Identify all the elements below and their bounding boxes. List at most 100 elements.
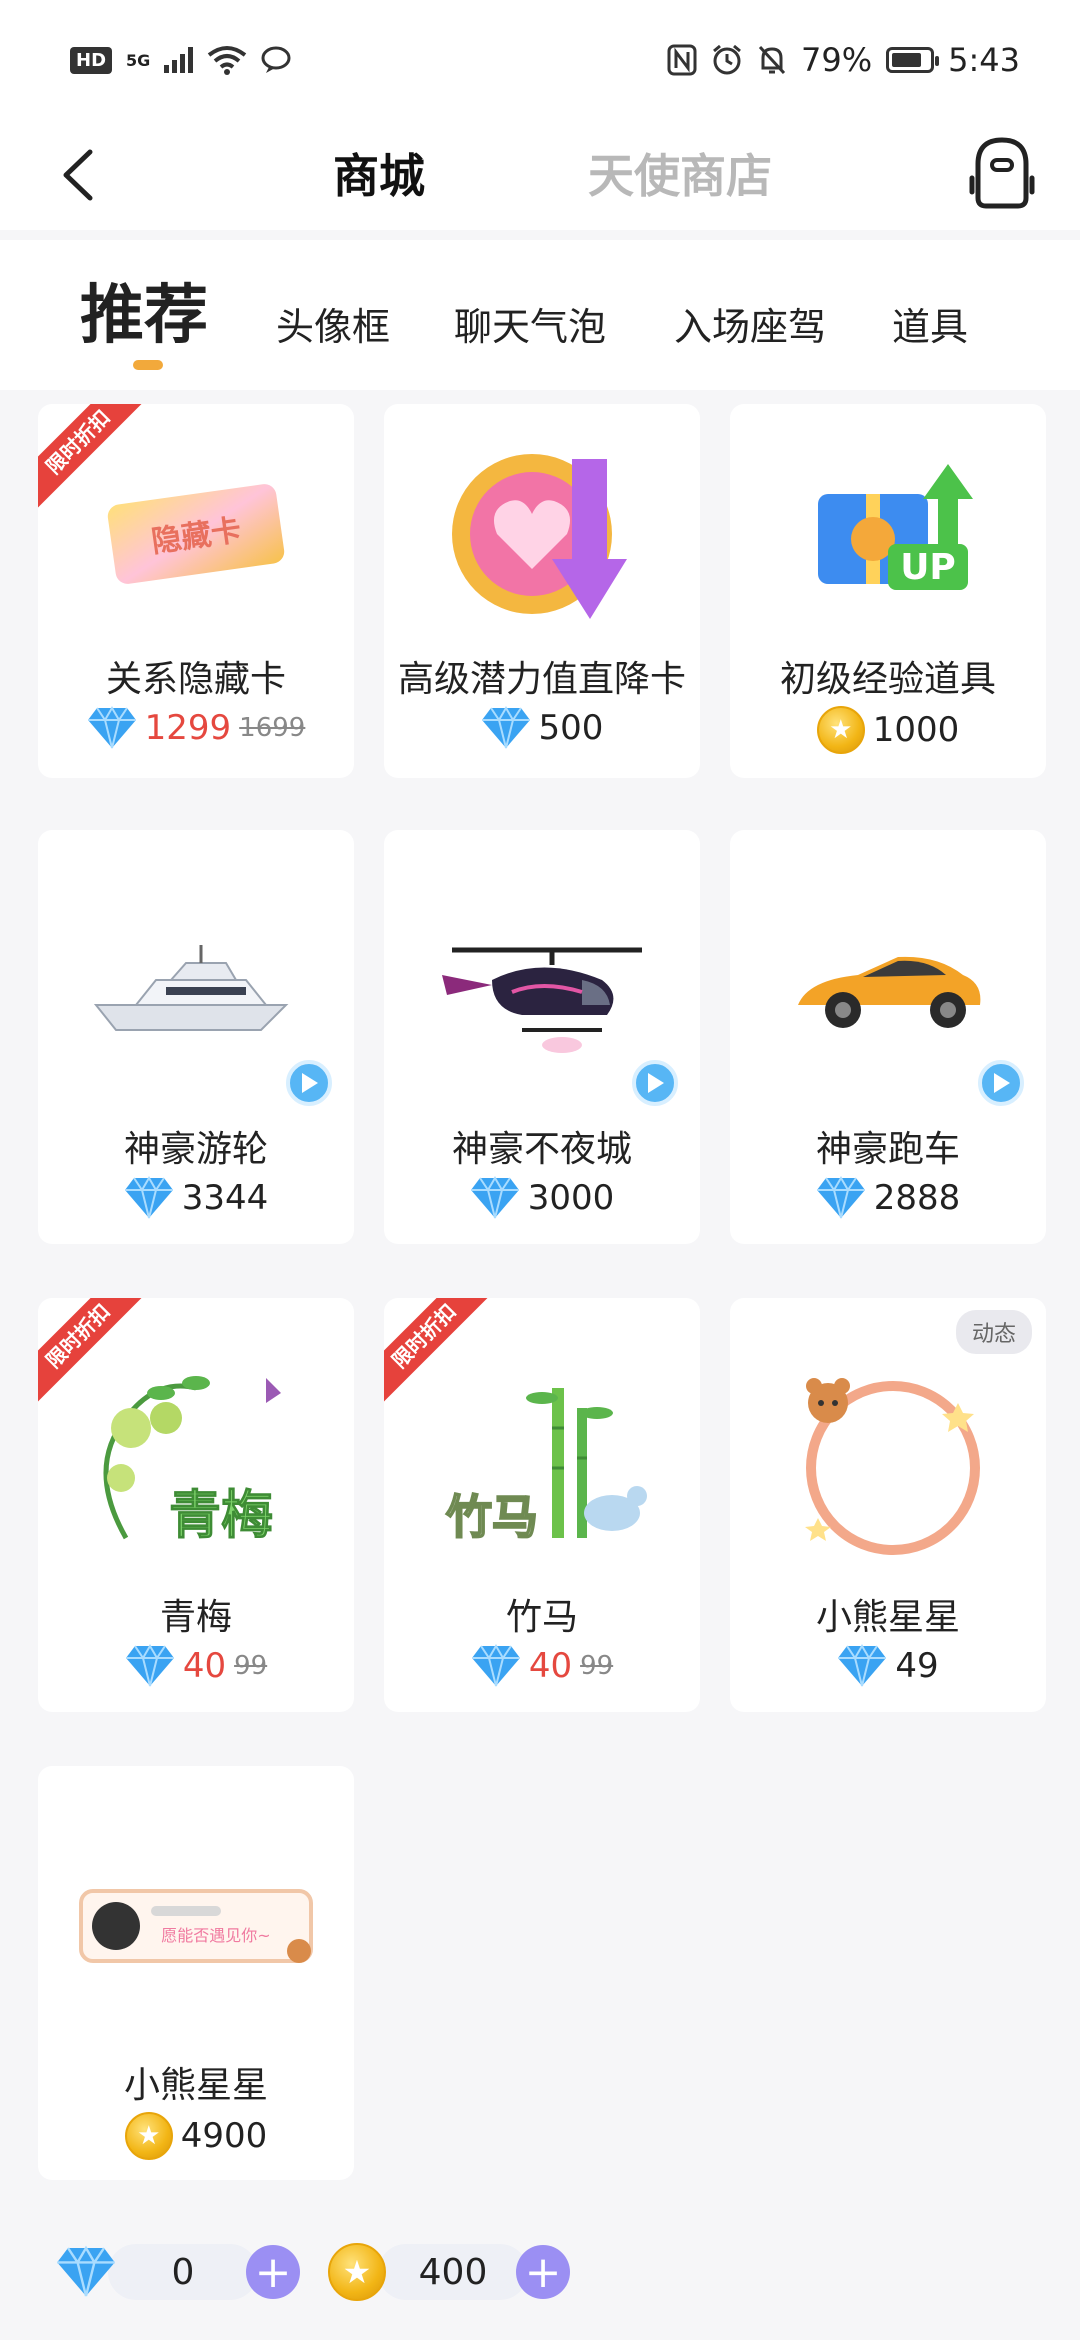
diamond-icon xyxy=(481,706,530,749)
backpack-icon xyxy=(969,137,1035,209)
tab-angel-store[interactable]: 天使商店 xyxy=(588,140,772,206)
product-image xyxy=(730,1298,1046,1618)
recharge-coin-button[interactable]: + xyxy=(516,2245,570,2299)
price-value: 1000 xyxy=(872,710,960,750)
product-card[interactable]: 青梅 限时折扣 青梅 40 99 xyxy=(38,1298,354,1712)
product-price: 40 99 xyxy=(38,1644,354,1688)
coin-icon: ★ xyxy=(124,2112,173,2160)
price-value: 3344 xyxy=(181,1178,269,1218)
network-type: 5G xyxy=(126,50,151,70)
product-name: 高级潜力值直降卡 xyxy=(397,659,686,700)
product-name: 竹马 xyxy=(505,1597,578,1638)
bear-star-frame-image xyxy=(805,1378,980,1555)
plum-frame-image: 青梅 xyxy=(103,1376,281,1547)
tab-mall[interactable]: 商城 xyxy=(333,140,425,206)
product-name: 初级经验道具 xyxy=(779,659,996,700)
bamboo-horse-image: 竹马 xyxy=(445,1388,647,1545)
price-value: 2888 xyxy=(873,1178,961,1218)
category-tab-chat-bubble[interactable]: 聊天气泡 xyxy=(454,296,606,351)
mute-bell-icon xyxy=(758,45,786,75)
product-price: ★ 1000 xyxy=(730,706,1046,754)
product-name: 青梅 xyxy=(159,1597,232,1638)
diamond-icon xyxy=(87,706,136,749)
recharge-diamond-button[interactable]: + xyxy=(246,2245,300,2299)
hide-card-image: 隐藏卡 xyxy=(107,484,285,584)
diamond-icon xyxy=(125,1644,174,1687)
diamond-balance-value: 0 xyxy=(108,2244,258,2300)
category-tab-props[interactable]: 道具 xyxy=(892,296,968,351)
product-price: 1299 1699 xyxy=(38,706,354,750)
product-card[interactable]: 动态 小熊星星 49 xyxy=(730,1298,1046,1712)
bear-star-bubble-image: 愿能否遇见你~ xyxy=(79,1889,313,1963)
product-image xyxy=(384,404,700,664)
coin-balance-value: 400 xyxy=(378,2244,528,2300)
product-name: 神豪游轮 xyxy=(123,1129,268,1170)
plum-frame-image-text: 青梅 xyxy=(169,1486,273,1546)
product-name: 神豪不夜城 xyxy=(451,1129,632,1170)
diamond-icon xyxy=(470,1176,519,1219)
bamboo-horse-image-text: 竹马 xyxy=(446,1490,538,1544)
price-value: 49 xyxy=(895,1646,939,1686)
play-icon xyxy=(302,1073,318,1093)
play-preview-button[interactable] xyxy=(632,1060,678,1106)
signal-icon xyxy=(164,47,194,73)
sports-car-image xyxy=(798,956,981,1028)
price-value: 1299 xyxy=(144,708,232,748)
product-card[interactable]: 竹马 限时折扣 竹马 40 99 xyxy=(384,1298,700,1712)
category-tab-entrance-vehicle[interactable]: 入场座驾 xyxy=(674,296,826,351)
product-card[interactable]: 高级潜力值直降卡 500 xyxy=(384,404,700,778)
play-preview-button[interactable] xyxy=(286,1060,332,1106)
product-card[interactable]: 愿能否遇见你~ 小熊星星 ★ 4900 xyxy=(38,1766,354,2180)
coin-balance: ★ 400 + xyxy=(328,2232,570,2312)
hd-icon: HD xyxy=(70,46,113,74)
price-value: 3000 xyxy=(527,1178,615,1218)
backpack-button[interactable] xyxy=(964,132,1040,212)
exp-item-image-text: UP xyxy=(900,547,956,588)
product-card[interactable]: 神豪游轮 3344 xyxy=(38,830,354,1244)
product-card[interactable]: UP 初级经验道具 ★ 1000 xyxy=(730,404,1046,778)
product-image: UP xyxy=(730,404,1046,664)
price-value: 4900 xyxy=(180,2116,268,2156)
product-card[interactable]: 隐藏卡 限时折扣 关系隐藏卡 1299 1699 xyxy=(38,404,354,778)
product-price: 40 99 xyxy=(384,1644,700,1688)
product-name: 关系隐藏卡 xyxy=(105,659,286,700)
price-value: 40 xyxy=(528,1646,573,1686)
category-tab-recommended[interactable]: 推荐 xyxy=(80,264,208,356)
product-price: 500 xyxy=(384,706,700,750)
product-card[interactable]: 神豪跑车 2888 xyxy=(730,830,1046,1244)
product-price: 3344 xyxy=(38,1176,354,1220)
helicopter-image xyxy=(442,947,642,1053)
top-navigation: 商城 天使商店 xyxy=(0,120,1080,230)
wallet-bar: 0 + ★ 400 + xyxy=(0,2210,1080,2340)
active-tab-indicator xyxy=(133,360,163,370)
coin-icon: ★ xyxy=(328,2243,386,2301)
product-name: 小熊星星 xyxy=(123,2065,268,2106)
nfc-icon xyxy=(667,44,697,76)
back-button[interactable] xyxy=(50,140,110,210)
product-price: 49 xyxy=(730,1644,1046,1688)
original-price: 99 xyxy=(234,1651,268,1681)
price-value: 40 xyxy=(182,1646,227,1686)
yacht-image xyxy=(93,945,289,1031)
diamond-icon xyxy=(471,1644,520,1687)
wifi-icon xyxy=(208,46,247,75)
coin-icon: ★ xyxy=(816,706,865,754)
original-price: 1699 xyxy=(239,713,306,743)
diamond-icon xyxy=(57,2245,115,2297)
product-name: 神豪跑车 xyxy=(815,1129,960,1170)
product-price: 3000 xyxy=(384,1176,700,1220)
product-image: 愿能否遇见你~ xyxy=(38,1766,354,2086)
price-value: 500 xyxy=(538,708,604,748)
play-icon xyxy=(648,1073,664,1093)
potential-drop-card-image xyxy=(452,454,627,619)
original-price: 99 xyxy=(580,1651,614,1681)
product-card[interactable]: 神豪不夜城 3000 xyxy=(384,830,700,1244)
product-name: 小熊星星 xyxy=(815,1597,960,1638)
chat-notification-icon xyxy=(261,46,291,73)
battery-icon xyxy=(886,47,940,73)
category-tab-avatar-frame[interactable]: 头像框 xyxy=(276,296,390,351)
clock-time: 5:43 xyxy=(948,41,1020,79)
category-tabs: 推荐 头像框 聊天气泡 入场座驾 道具 xyxy=(0,240,1080,390)
product-price: 2888 xyxy=(730,1176,1046,1220)
play-preview-button[interactable] xyxy=(978,1060,1024,1106)
